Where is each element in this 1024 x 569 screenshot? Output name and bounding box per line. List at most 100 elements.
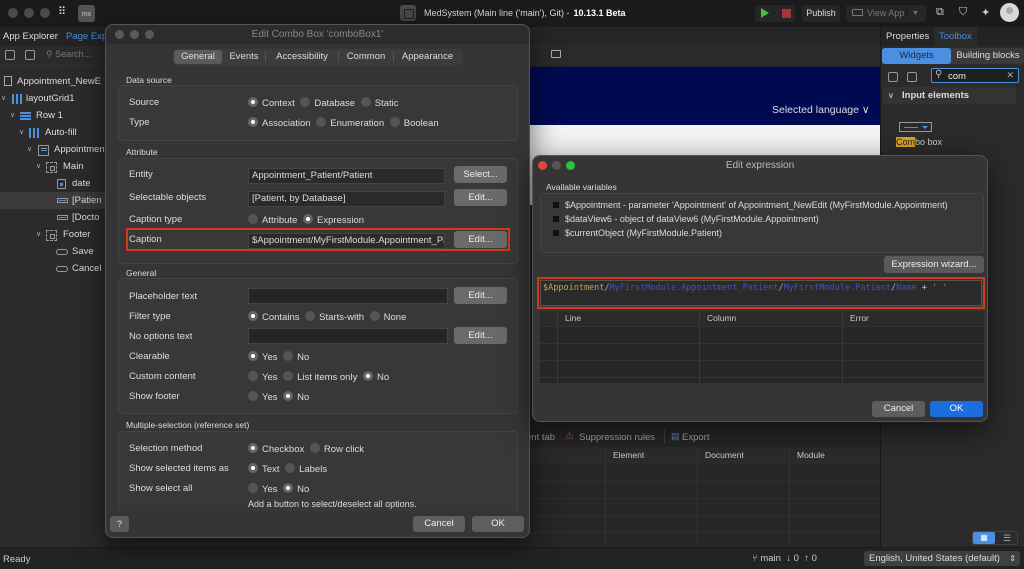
suppression-rules-button[interactable]: Suppression rules	[579, 432, 655, 443]
column-document[interactable]: Document	[705, 450, 744, 460]
git-status[interactable]: ⑂ main ↓ 0 ↑ 0	[752, 553, 817, 564]
window-zoom-button[interactable]	[40, 8, 50, 18]
radio-row-click[interactable]: Row click	[309, 443, 367, 455]
radio-control[interactable]	[248, 311, 258, 321]
radio-enumeration[interactable]: Enumeration	[316, 117, 387, 129]
expression-editor[interactable]: $Appointment/MyFirstModule.Appointment_P…	[540, 280, 982, 306]
tree-item-save[interactable]: Save	[0, 243, 105, 260]
export-button[interactable]: Export	[682, 432, 709, 443]
radio-database[interactable]: Database	[300, 97, 358, 109]
radio-control[interactable]	[305, 311, 316, 321]
tab-toolbox[interactable]: Toolbox	[934, 27, 977, 46]
radio-control[interactable]	[283, 391, 294, 401]
tab-general[interactable]: General	[174, 50, 222, 64]
radio-control[interactable]	[283, 351, 294, 361]
current-tab-filter[interactable]: ent tab	[526, 432, 555, 443]
radio-labels[interactable]: Labels	[285, 463, 330, 475]
chevron-down-icon[interactable]: ∨	[1, 90, 6, 107]
radio-custom-no[interactable]: No	[362, 371, 392, 383]
tab-common[interactable]: Common	[340, 50, 392, 64]
run-icon[interactable]	[761, 8, 769, 18]
radio-control[interactable]	[248, 443, 258, 453]
radio-control[interactable]	[248, 371, 258, 381]
selectable-objects-edit-button[interactable]: Edit...	[454, 189, 507, 206]
grid-view-icon[interactable]: ▦	[973, 532, 995, 544]
placeholder-text-field[interactable]	[248, 288, 448, 304]
no-options-edit-button[interactable]: Edit...	[454, 327, 507, 344]
collapse-all-icon[interactable]	[5, 50, 15, 60]
tree-item-autofill[interactable]: ∨ Auto-fill	[0, 124, 105, 141]
combo-box-widget-icon[interactable]	[899, 122, 932, 132]
placeholder-edit-button[interactable]: Edit...	[454, 287, 507, 304]
radio-control[interactable]	[283, 483, 294, 493]
tree-item-doctor-combo[interactable]: [Docto	[0, 209, 105, 226]
variable-item[interactable]: $Appointment - parameter 'Appointment' o…	[553, 200, 948, 210]
radio-control[interactable]	[300, 97, 311, 107]
tree-item-main[interactable]: ∨ Main	[0, 158, 105, 175]
tree-item-date[interactable]: date	[0, 175, 105, 192]
window-minimize-button[interactable]	[24, 8, 34, 18]
radio-none[interactable]: None	[369, 311, 410, 323]
chevron-down-icon[interactable]: ∨	[27, 141, 32, 158]
tab-page-explorer[interactable]: Page Exp	[66, 31, 107, 42]
radio-control[interactable]	[248, 391, 258, 401]
caption-field[interactable]: $Appointment/MyFirstModule.Appointment_P…	[248, 233, 445, 249]
radio-control[interactable]	[362, 371, 373, 381]
stop-icon[interactable]	[782, 9, 791, 18]
radio-control[interactable]	[248, 117, 258, 127]
radio-control[interactable]	[389, 117, 400, 127]
desktop-view-icon[interactable]	[551, 50, 561, 58]
language-selector[interactable]: Selected language ∨	[772, 104, 870, 116]
radio-control[interactable]	[309, 443, 320, 453]
radio-select-all-yes[interactable]: Yes	[248, 483, 281, 495]
radio-custom-list-items-only[interactable]: List items only	[283, 371, 360, 383]
chevron-down-icon[interactable]: ∨	[36, 226, 41, 243]
cancel-button[interactable]: Cancel	[413, 516, 465, 532]
radio-control[interactable]	[248, 214, 258, 224]
radio-control[interactable]	[248, 97, 258, 107]
caption-edit-button[interactable]: Edit...	[454, 231, 507, 248]
clear-search-icon[interactable]: ✕	[1006, 70, 1014, 81]
radio-contains[interactable]: Contains	[248, 311, 303, 323]
radio-boolean[interactable]: Boolean	[389, 117, 442, 129]
tree-item-row[interactable]: ∨ Row 1	[0, 107, 105, 124]
tree-item-layoutgrid[interactable]: ∨ layoutGrid1	[0, 90, 105, 107]
variable-item[interactable]: $currentObject (MyFirstModule.Patient)	[553, 228, 722, 238]
ok-button[interactable]: OK	[930, 401, 983, 417]
tab-properties[interactable]: Properties	[881, 27, 934, 46]
cancel-button[interactable]: Cancel	[872, 401, 925, 417]
radio-expression[interactable]: Expression	[303, 214, 367, 226]
radio-attribute[interactable]: Attribute	[248, 214, 300, 226]
toolbox-search-input[interactable]: ⚲ com ✕	[931, 68, 1019, 83]
chevron-down-icon[interactable]: ∨	[10, 107, 15, 124]
section-input-elements[interactable]: ∨ Input elements	[883, 87, 1016, 104]
ai-assist-icon[interactable]: ✦	[981, 6, 990, 19]
radio-footer-yes[interactable]: Yes	[248, 391, 281, 403]
expand-all-icon[interactable]	[907, 72, 917, 82]
no-options-text-field[interactable]	[248, 328, 448, 344]
tab-events[interactable]: Events	[224, 50, 264, 64]
feedback-icon[interactable]: ⧉	[936, 6, 944, 19]
column-module[interactable]: Module	[797, 450, 825, 460]
radio-control[interactable]	[248, 463, 258, 473]
radio-control[interactable]	[283, 371, 294, 381]
tree-item-footer[interactable]: ∨ Footer	[0, 226, 105, 243]
radio-starts-with[interactable]: Starts-with	[305, 311, 367, 323]
view-app-button[interactable]: View App ▼	[846, 5, 926, 22]
radio-control[interactable]	[360, 97, 371, 107]
expression-wizard-button[interactable]: Expression wizard...	[884, 256, 984, 273]
radio-static[interactable]: Static	[360, 97, 402, 109]
segment-building-blocks[interactable]: Building blocks	[952, 48, 1024, 64]
radio-custom-yes[interactable]: Yes	[248, 371, 281, 383]
column-column[interactable]: Column	[707, 313, 736, 323]
entity-field[interactable]: Appointment_Patient/Patient	[248, 168, 445, 184]
explorer-search[interactable]: ⚲ Search...	[46, 49, 91, 60]
radio-footer-no[interactable]: No	[283, 391, 312, 403]
selectable-objects-field[interactable]: [Patient, by Database]	[248, 191, 445, 207]
publish-button[interactable]: Publish	[802, 5, 840, 22]
window-close-button[interactable]	[8, 8, 18, 18]
combo-box-widget-label[interactable]: Combo box	[896, 137, 942, 147]
radio-context[interactable]: Context	[248, 97, 298, 109]
radio-control[interactable]	[316, 117, 327, 127]
radio-control[interactable]	[303, 214, 314, 224]
